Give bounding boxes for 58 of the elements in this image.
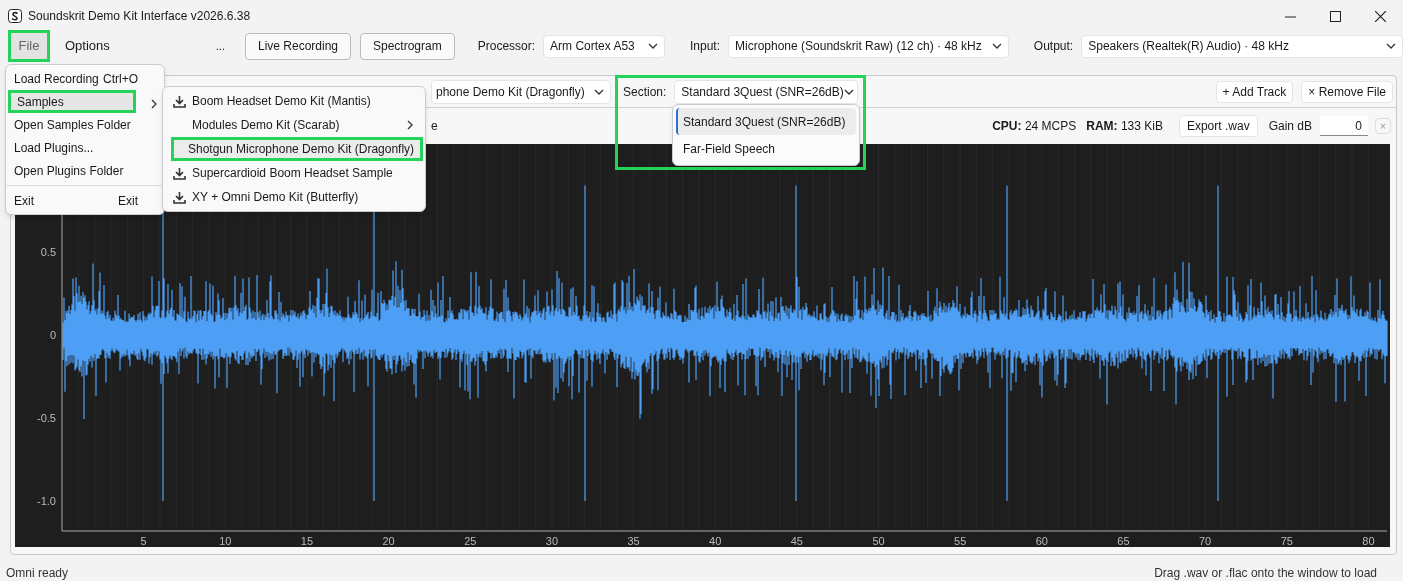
submenu-entry[interactable]: Shotgun Microphone Demo Kit (Dragonfly): [171, 137, 423, 161]
selector-label: Input:: [690, 38, 720, 55]
overflow-label: ...: [215, 38, 225, 54]
axis-tick-label: 0.5: [40, 246, 56, 258]
axis-tick-label: 10: [219, 535, 232, 547]
ram-label: RAM: 133 KiB: [1086, 118, 1163, 135]
axis-tick-label: 65: [1117, 535, 1130, 547]
menu-entry[interactable]: Open Plugins Folder: [8, 159, 162, 182]
panel-button[interactable]: + Add Track: [1215, 80, 1294, 103]
axis-tick-label: 70: [1198, 535, 1212, 547]
menu-entry[interactable]: Samples: [8, 90, 136, 113]
menu-item[interactable]: Options: [61, 30, 113, 62]
window-title: Soundskrit Demo Kit Interface v2026.6.38: [28, 8, 251, 25]
axis-tick-label: 20: [382, 535, 395, 547]
status-hint: Drag .wav or .flac onto the window to load: [1154, 564, 1377, 581]
axis-tick-label: 45: [790, 535, 803, 547]
axis-tick-label: 40: [709, 535, 722, 547]
axis-tick-label: 60: [1035, 535, 1048, 547]
toolbar-button[interactable]: Spectrogram: [360, 32, 455, 60]
dropdown-select[interactable]: Arm Cortex A53: [543, 34, 665, 58]
dropdown-select[interactable]: Speakers (Realtek(R) Audio) · 48 kHz: [1081, 34, 1403, 58]
section-select[interactable]: Standard 3Quest (SNR=26dB): [674, 79, 859, 104]
toolbar-button[interactable]: Live Recording: [244, 32, 351, 60]
submenu-entry[interactable]: Boom Headset Demo Kit (Mantis): [165, 89, 423, 113]
axis-tick-label: 25: [464, 535, 477, 547]
axis-tick-label: 30: [545, 535, 559, 547]
dropdown-select[interactable]: Microphone (Soundskrit Raw) (12 ch) · 48 kHz: [728, 34, 1009, 58]
file-select[interactable]: phone Demo Kit (Dragonfly): [431, 79, 611, 104]
axis-tick-label: -1.0: [37, 495, 56, 507]
status-text: Omni ready: [6, 564, 69, 581]
axis-tick-label: 35: [627, 535, 640, 547]
axis-tick-label: 55: [954, 535, 967, 547]
axis-tick-label: 5: [140, 535, 147, 547]
submenu-entry[interactable]: XY + Omni Demo Kit (Butterfly): [165, 185, 423, 209]
partial-label: e: [431, 118, 438, 135]
axis-tick-label: 50: [872, 535, 885, 547]
cpu-label: CPU: 24 MCPS: [992, 118, 1077, 135]
menu-item[interactable]: File: [8, 30, 50, 62]
axis-tick-label: -0.5: [37, 412, 56, 424]
dropdown-option[interactable]: Standard 3Quest (SNR=26dB): [676, 108, 856, 135]
selector-label: Output:: [1033, 38, 1074, 55]
submenu-entry[interactable]: Modules Demo Kit (Scarab): [165, 113, 423, 137]
submenu-entry[interactable]: Supercardioid Boom Headset Sample: [165, 161, 423, 185]
axis-tick-label: 75: [1280, 535, 1293, 547]
section-label: Section:: [623, 83, 667, 101]
menu-entry[interactable]: Load Plugins...: [8, 136, 162, 159]
menu-entry[interactable]: Exit Exit: [8, 189, 162, 212]
menu-entry[interactable]: Load Recording Ctrl+O: [8, 67, 162, 90]
dropdown-option[interactable]: Far-Field Speech: [676, 135, 856, 162]
panel-button[interactable]: × Remove File: [1301, 80, 1393, 103]
export-button[interactable]: Export .wav: [1178, 115, 1258, 137]
menu-entry[interactable]: Open Samples Folder: [8, 113, 162, 136]
selector-label: Processor:: [477, 38, 536, 55]
axis-tick-label: 15: [300, 535, 314, 547]
gain-label: Gain dB: [1268, 118, 1312, 135]
axis-tick-label: 0: [49, 329, 56, 341]
axis-tick-label: 80: [1362, 535, 1375, 547]
gain-field[interactable]: 0: [1320, 116, 1368, 136]
